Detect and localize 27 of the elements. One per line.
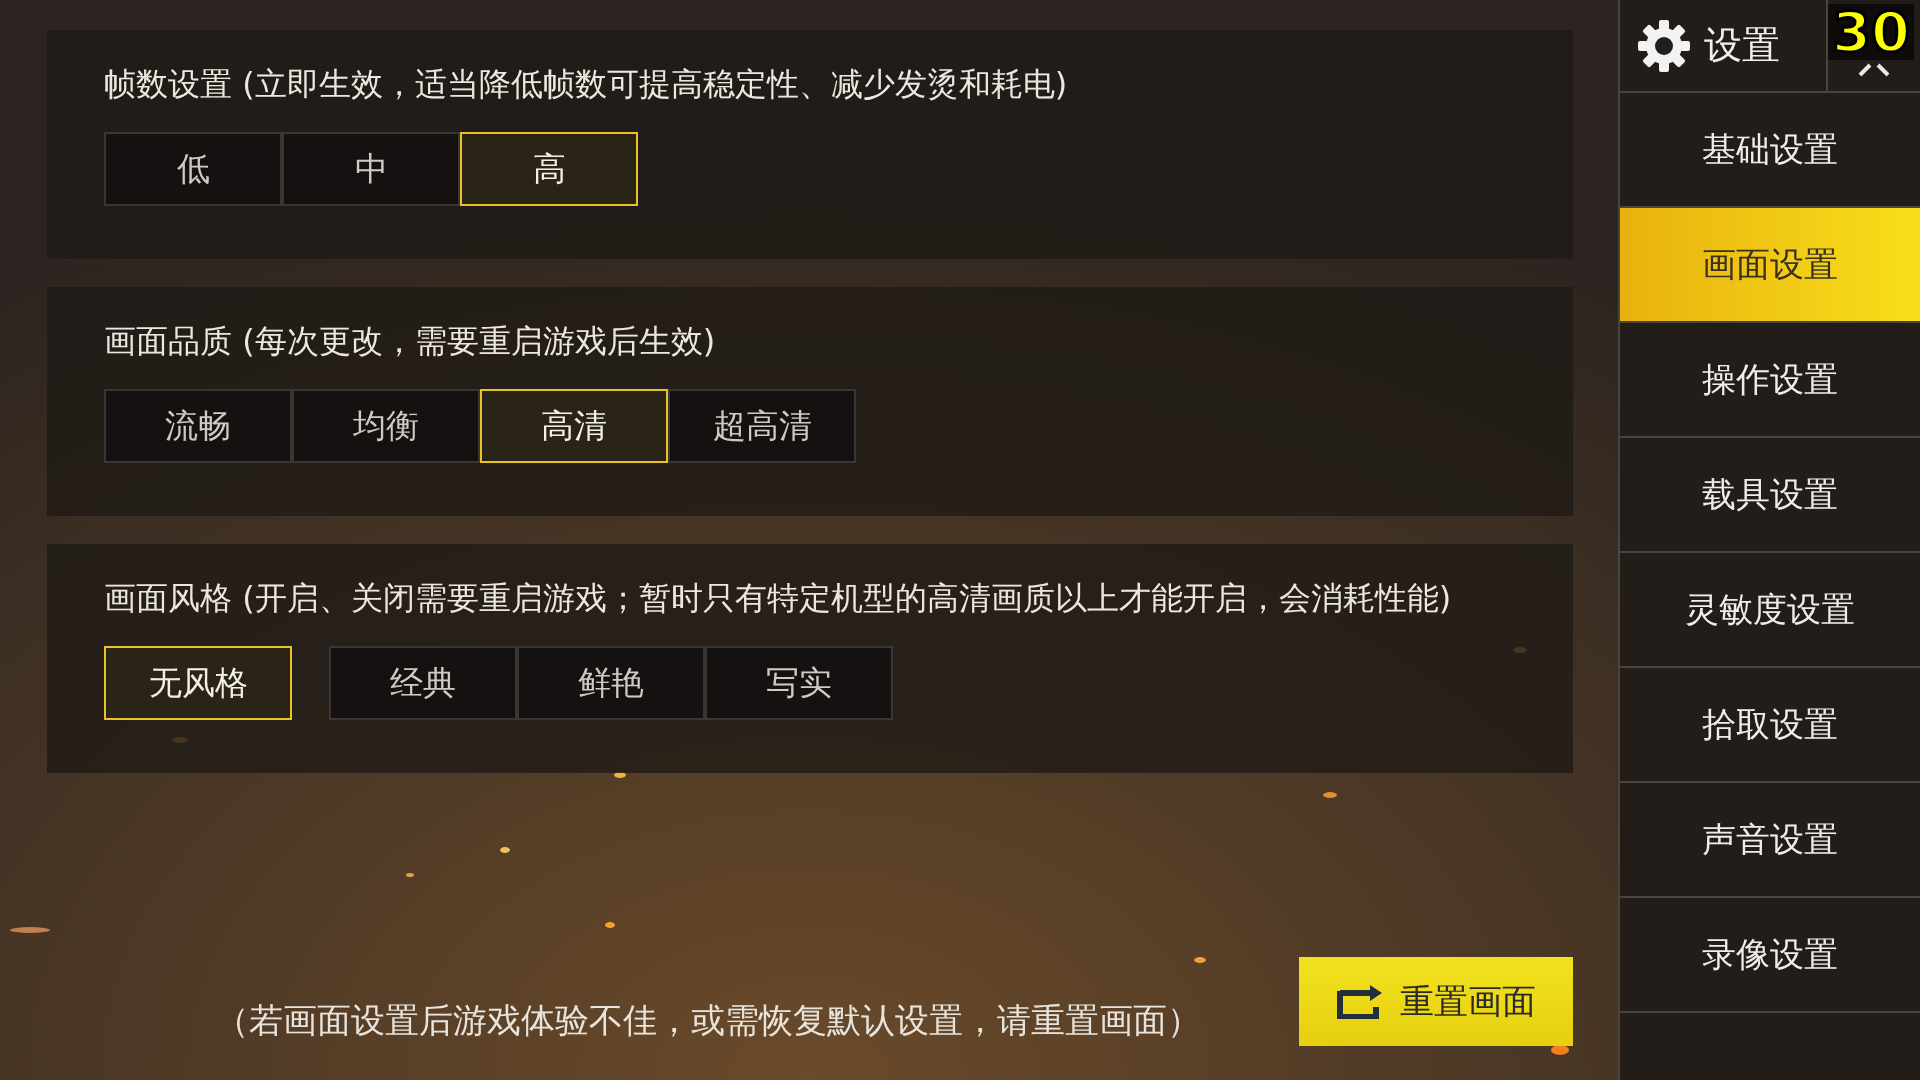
option-button[interactable]: 流畅: [104, 389, 292, 463]
hint-text: （若画面设置后游戏体验不佳，或需恢复默认设置，请重置画面）: [215, 999, 1201, 1042]
settings-icon: [1636, 17, 1692, 74]
sidebar-tab[interactable]: 声音设置: [1620, 783, 1920, 898]
sidebar-tab[interactable]: 录像设置: [1620, 898, 1920, 1013]
option-button[interactable]: 均衡: [292, 389, 480, 463]
fps-counter: 30: [1828, 4, 1914, 60]
section-title: 画面品质 (每次更改，需要重启游戏后生效): [104, 321, 717, 362]
section-title: 帧数设置 (立即生效，适当降低帧数可提高稳定性、减少发烫和耗电): [104, 64, 1069, 105]
option-button[interactable]: 经典: [329, 646, 517, 720]
option-button[interactable]: 无风格: [104, 646, 292, 720]
option-button[interactable]: 高清: [480, 389, 668, 463]
repeat-icon: [1336, 984, 1384, 1019]
sidebar-tab[interactable]: 操作设置: [1620, 323, 1920, 438]
reset-button[interactable]: 重置画面: [1299, 957, 1573, 1046]
sidebar-tab[interactable]: 灵敏度设置: [1620, 553, 1920, 668]
option-button[interactable]: 低: [104, 132, 282, 206]
option-button[interactable]: 高: [460, 132, 638, 206]
sidebar-tab[interactable]: 载具设置: [1620, 438, 1920, 553]
section-title: 画面风格 (开启、关闭需要重启游戏；暂时只有特定机型的高清画质以上才能开启，会消耗性能): [104, 578, 1453, 619]
sidebar-tab[interactable]: 画面设置: [1620, 208, 1920, 323]
option-button[interactable]: 写实: [705, 646, 893, 720]
option-button[interactable]: 中: [282, 132, 460, 206]
option-button[interactable]: 鲜艳: [517, 646, 705, 720]
sidebar-tab[interactable]: 拾取设置: [1620, 668, 1920, 783]
sidebar-title: 设置: [1704, 22, 1780, 69]
option-button[interactable]: 超高清: [668, 389, 856, 463]
